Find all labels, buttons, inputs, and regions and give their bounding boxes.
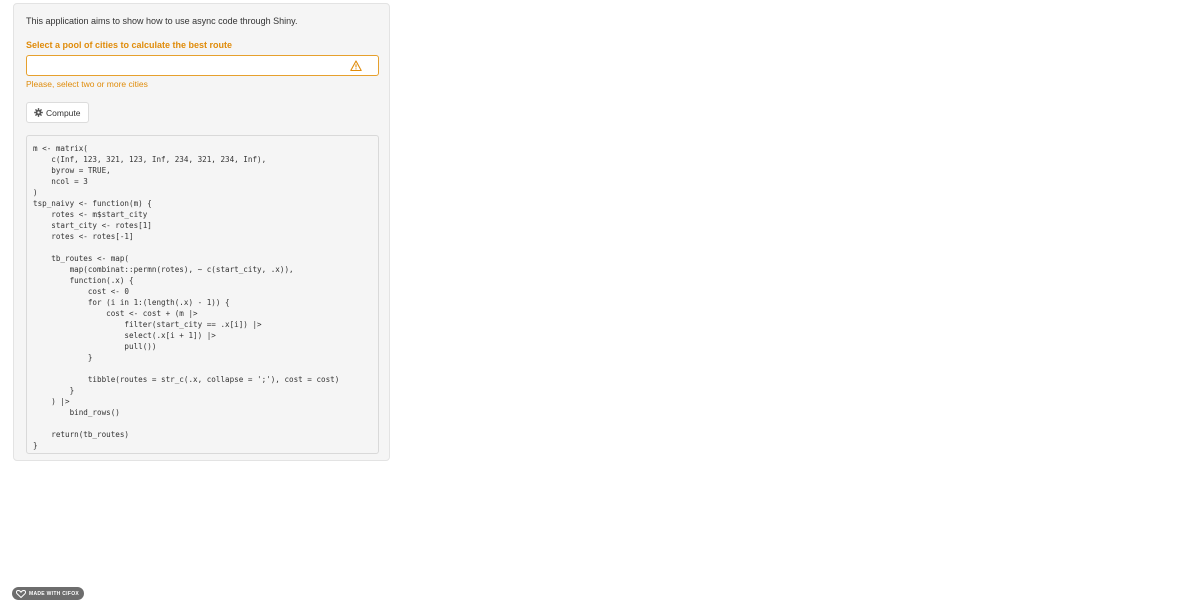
code-line: ) xyxy=(33,188,38,197)
warning-triangle-icon xyxy=(350,60,362,72)
sidebar-panel: This application aims to show how to use… xyxy=(13,3,390,461)
code-line: rotes <- m$start_city xyxy=(33,210,148,219)
code-line: function(.x) { xyxy=(33,276,134,285)
code-line: tibble(routes = str_c(.x, collapse = ';'… xyxy=(33,375,340,384)
code-line: c(Inf, 123, 321, 123, Inf, 234, 321, 234… xyxy=(33,155,267,164)
code-line: cost <- cost + (m |> xyxy=(33,309,198,318)
gear-icon xyxy=(34,108,43,117)
badge-label: MADE WITH CIFOX xyxy=(29,590,80,597)
code-line: return(tb_routes) xyxy=(33,430,130,439)
city-select-label: Select a pool of cities to calculate the… xyxy=(26,40,233,50)
code-line: ) |> xyxy=(33,397,70,406)
code-line: start_city <- rotes[1] xyxy=(33,221,152,230)
city-select-input[interactable] xyxy=(26,55,379,76)
intro-text: This application aims to show how to use… xyxy=(26,16,298,26)
code-block: m <- matrix( c(Inf, 123, 321, 123, Inf, … xyxy=(26,135,379,454)
code-line: ncol = 3 xyxy=(33,177,88,186)
code-line: select(.x[i + 1]) |> xyxy=(33,331,216,340)
code-line: byrow = TRUE, xyxy=(33,166,111,175)
compute-button-label: Compute xyxy=(46,107,81,118)
code-line: rotes <- rotes[-1] xyxy=(33,232,134,241)
code-line: cost <- 0 xyxy=(33,287,130,296)
code-line: bind_rows() xyxy=(33,408,120,417)
compute-button[interactable]: Compute xyxy=(26,102,89,123)
code-line: m <- matrix( xyxy=(33,144,88,153)
made-with-badge[interactable]: MADE WITH CIFOX xyxy=(12,587,85,600)
heart-logo-icon xyxy=(16,589,26,598)
code-line: pull()) xyxy=(33,342,157,351)
validation-message: Please, select two or more cities xyxy=(26,79,148,89)
code-line: map(combinat::permn(rotes), ~ c(start_ci… xyxy=(33,265,294,274)
code-line: for (i in 1:(length(.x) - 1)) { xyxy=(33,298,230,307)
code-line: tb_routes <- map( xyxy=(33,254,130,263)
code-line: } xyxy=(33,441,38,450)
code-line: tsp_naivy <- function(m) { xyxy=(33,199,152,208)
code-line: } xyxy=(33,386,75,395)
code-line: filter(start_city == .x[i]) |> xyxy=(33,320,262,329)
code-line: } xyxy=(33,353,93,362)
